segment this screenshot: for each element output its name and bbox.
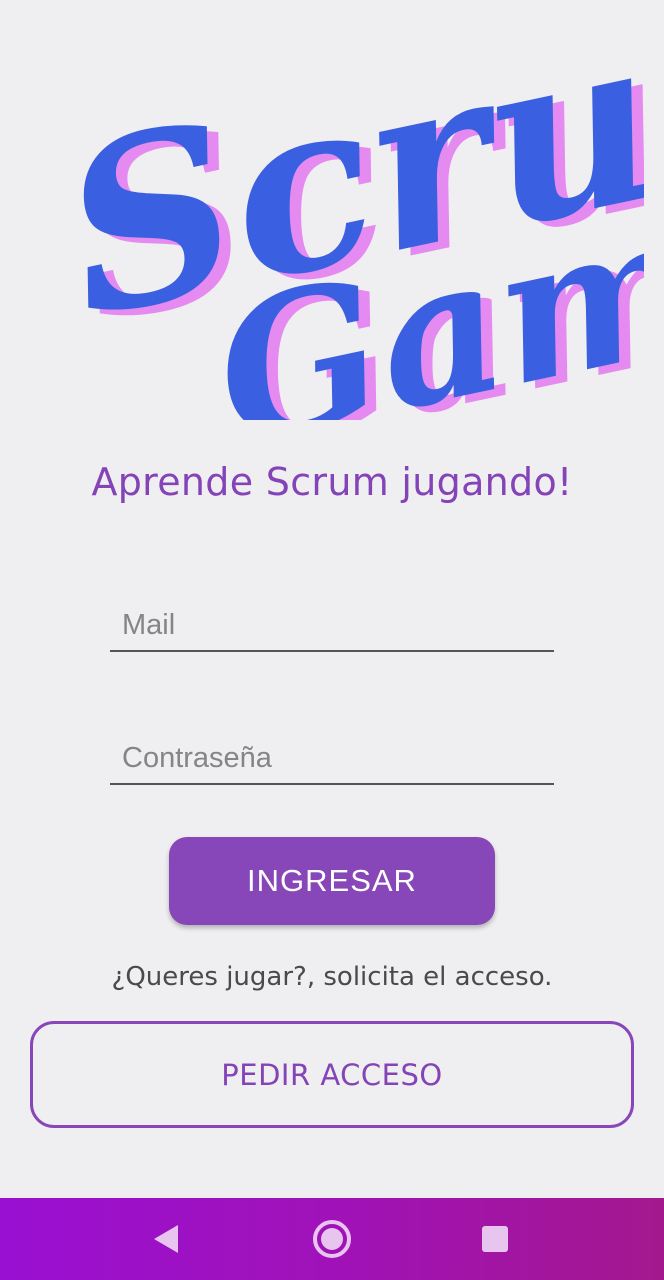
tagline: Aprende Scrum jugando! <box>91 460 573 504</box>
back-icon[interactable] <box>144 1217 188 1261</box>
home-icon[interactable] <box>310 1217 354 1261</box>
password-input[interactable] <box>122 742 542 775</box>
system-navigation-bar <box>0 1198 664 1280</box>
mail-input[interactable] <box>122 609 542 642</box>
request-access-button[interactable]: PEDIR ACCESO <box>30 1021 634 1128</box>
password-field[interactable] <box>110 723 554 785</box>
scrum-game-logo: Scrum Scrum Game Game <box>20 20 644 420</box>
login-button[interactable]: INGRESAR <box>169 837 495 925</box>
request-access-hint: ¿Queres jugar?, solicita el acceso. <box>111 962 553 992</box>
login-screen: Scrum Scrum Game Game Aprende Scrum juga… <box>0 0 664 1280</box>
mail-field[interactable] <box>110 590 554 652</box>
recents-icon[interactable] <box>473 1217 517 1261</box>
